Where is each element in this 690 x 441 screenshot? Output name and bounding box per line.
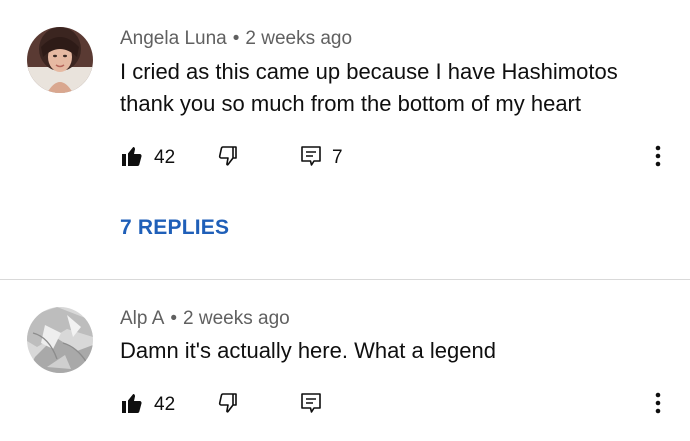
thumbs-up-icon bbox=[120, 391, 144, 420]
more-options-button[interactable] bbox=[648, 390, 668, 420]
more-vertical-icon bbox=[655, 145, 661, 172]
like-button[interactable]: 42 bbox=[120, 143, 175, 173]
comment-meta: Angela Luna • 2 weeks ago bbox=[120, 28, 352, 50]
like-count: 42 bbox=[154, 147, 176, 168]
comment-text: I cried as this came up because I have H… bbox=[120, 59, 618, 116]
comment-time: 2 weeks ago bbox=[183, 308, 290, 329]
comment-meta: Alp A • 2 weeks ago bbox=[120, 308, 290, 330]
meta-separator: • bbox=[232, 28, 240, 49]
reply-comment-icon bbox=[300, 391, 322, 420]
comment-actions: 42 bbox=[120, 390, 680, 420]
comment-thread: Angela Luna • 2 weeks ago I cried as this … bbox=[0, 0, 690, 279]
reply-button[interactable]: 7 bbox=[300, 143, 343, 173]
dislike-button[interactable] bbox=[216, 390, 240, 420]
reply-comment-icon bbox=[300, 144, 322, 173]
thumbs-down-icon bbox=[216, 144, 240, 173]
more-vertical-icon bbox=[655, 392, 661, 419]
dislike-button[interactable] bbox=[216, 143, 240, 173]
thumbs-down-icon bbox=[216, 391, 240, 420]
comment-actions: 42 7 bbox=[120, 143, 680, 173]
like-button[interactable]: 42 bbox=[120, 390, 175, 420]
view-replies-link[interactable]: 7 REPLIES bbox=[120, 216, 229, 240]
like-count: 42 bbox=[154, 394, 176, 415]
avatar[interactable] bbox=[27, 307, 93, 373]
comment-thread: Alp A • 2 weeks ago Damn it's actually her… bbox=[0, 279, 690, 441]
author-name[interactable]: Alp A bbox=[120, 308, 164, 329]
reply-button[interactable] bbox=[300, 390, 322, 420]
comment-time: 2 weeks ago bbox=[245, 28, 353, 49]
author-name[interactable]: Angela Luna bbox=[120, 28, 227, 49]
comment-text: Damn it's actually here. What a legend bbox=[120, 338, 496, 363]
more-options-button[interactable] bbox=[648, 143, 668, 173]
thumbs-up-icon bbox=[120, 144, 144, 173]
avatar[interactable] bbox=[27, 27, 93, 93]
meta-separator: • bbox=[170, 308, 178, 329]
reply-count: 7 bbox=[332, 147, 343, 168]
